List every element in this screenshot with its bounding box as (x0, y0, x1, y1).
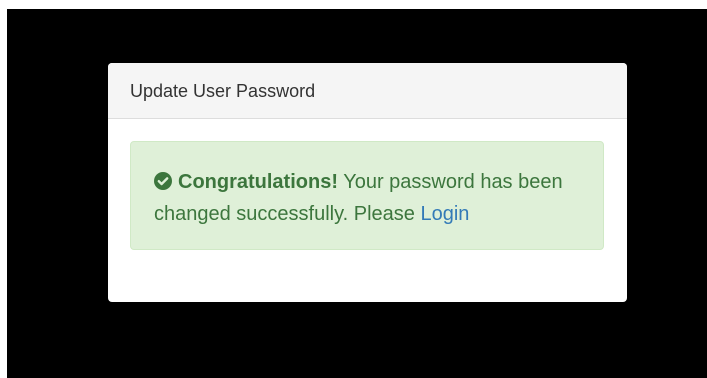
check-circle-icon (154, 168, 172, 190)
panel-title: Update User Password (108, 63, 627, 119)
login-link[interactable]: Login (420, 203, 469, 225)
success-alert: Congratulations! Your password has been … (130, 141, 604, 250)
modal-backdrop: Update User Password Congratulations! Yo… (7, 9, 707, 378)
alert-strong-text: Congratulations! (178, 171, 338, 193)
update-password-panel: Update User Password Congratulations! Yo… (108, 63, 627, 302)
